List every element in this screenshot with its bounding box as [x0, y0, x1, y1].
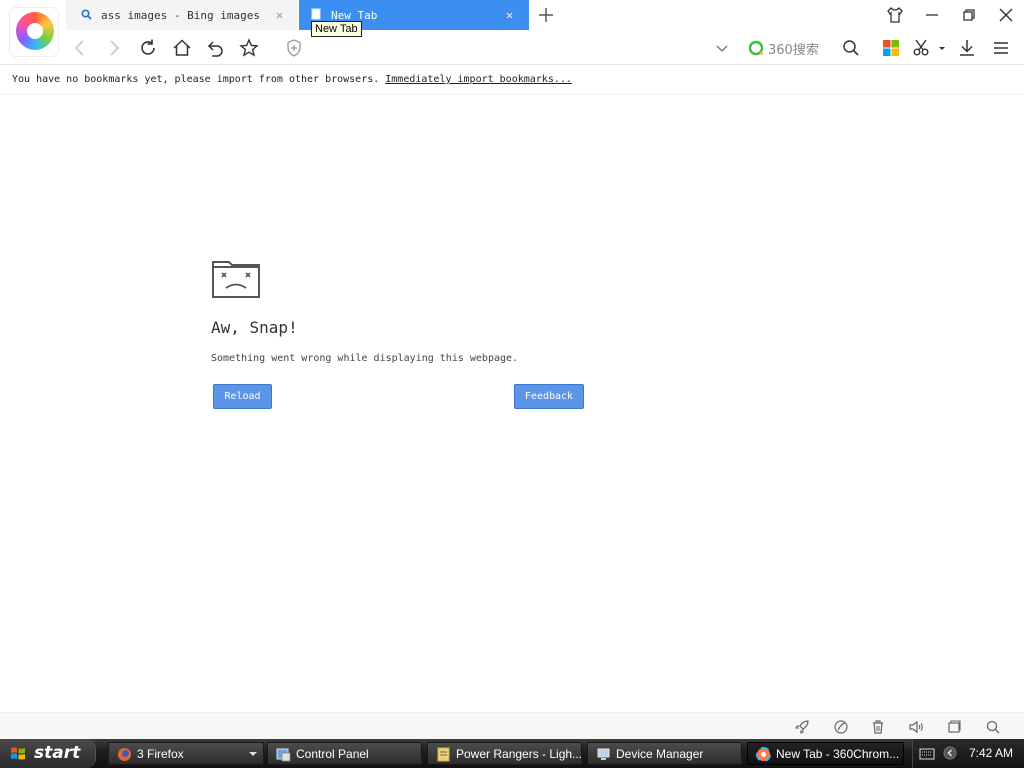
bookmarks-message-text: You have no bookmarks yet, please import… — [12, 74, 380, 85]
start-label: start — [34, 743, 81, 763]
bookmarks-empty-message: You have no bookmarks yet, please import… — [12, 74, 572, 85]
tab-tooltip: New Tab — [311, 21, 362, 37]
undo-close-tab-icon[interactable] — [205, 38, 225, 58]
shield-icon[interactable] — [284, 38, 304, 58]
download-icon[interactable] — [957, 38, 977, 58]
task-label: Power Rangers - Ligh... — [456, 747, 582, 761]
search-icon — [81, 9, 92, 20]
tab-title: ass images - Bing images — [101, 9, 260, 22]
error-page: Aw, Snap! Something went wrong while dis… — [0, 96, 1024, 712]
task-label: 3 Firefox — [137, 747, 184, 761]
page-icon — [311, 8, 321, 20]
browser-status-bar — [0, 712, 1024, 739]
bookmarks-bar: You have no bookmarks yet, please import… — [0, 66, 1024, 95]
error-title: Aw, Snap! — [211, 318, 298, 337]
minimize-icon[interactable] — [923, 6, 941, 24]
task-label: New Tab - 360Chrom... — [776, 747, 900, 761]
star-bookmark-icon[interactable] — [239, 38, 259, 58]
tab-bar: ass images - Bing images ✕ New Tab ✕ New… — [0, 0, 1024, 56]
apps-grid-icon[interactable] — [881, 38, 901, 58]
scissors-screenshot-icon[interactable] — [912, 38, 932, 58]
search-engine-label: 360搜索 — [768, 42, 819, 58]
chevron-down-icon[interactable] — [712, 38, 732, 58]
feedback-button[interactable]: Feedback — [514, 384, 584, 409]
sad-tab-icon — [212, 261, 260, 298]
home-icon[interactable] — [172, 38, 192, 58]
back-icon[interactable] — [70, 38, 90, 58]
taskbar-item-device-manager[interactable]: Device Manager — [587, 742, 742, 765]
restore-icon[interactable] — [960, 6, 978, 24]
task-label: Control Panel — [296, 747, 369, 761]
close-window-icon[interactable] — [997, 6, 1015, 24]
accelerate-icon[interactable] — [833, 719, 849, 735]
forward-icon[interactable] — [104, 38, 124, 58]
task-label: Device Manager — [616, 747, 704, 761]
system-tray: 7:42 AM — [912, 739, 1024, 768]
caret-down-icon[interactable] — [936, 38, 948, 58]
device-manager-icon — [597, 748, 610, 760]
taskbar-item-control-panel[interactable]: Control Panel — [267, 742, 422, 765]
tab-bing-images[interactable]: ass images - Bing images ✕ — [66, 0, 298, 30]
keyboard-icon[interactable] — [919, 748, 935, 760]
search-engine-selector[interactable]: 360搜索 — [748, 39, 819, 58]
taskbar-item-power-rangers[interactable]: Power Rangers - Ligh... — [427, 742, 582, 765]
taskbar-item-firefox[interactable]: 3 Firefox — [108, 742, 264, 765]
tray-expand-icon[interactable] — [943, 746, 957, 760]
search-icon[interactable] — [841, 38, 861, 58]
navigation-toolbar: 360搜索 — [0, 30, 1024, 65]
clock[interactable]: 7:42 AM — [969, 746, 1013, 760]
browser-logo[interactable] — [10, 8, 58, 56]
start-button[interactable]: start — [0, 739, 96, 768]
new-tab-plus-icon[interactable] — [537, 6, 555, 24]
error-message: Something went wrong while displaying th… — [211, 353, 519, 364]
360-search-icon — [748, 40, 764, 56]
360-browser-icon — [756, 747, 771, 762]
firefox-icon — [118, 748, 131, 761]
skin-shirt-icon[interactable] — [886, 6, 904, 24]
windows-flag-icon — [11, 747, 25, 760]
taskbar-item-360-browser[interactable]: New Tab - 360Chrom... — [747, 742, 904, 765]
refresh-icon[interactable] — [138, 38, 158, 58]
document-icon — [437, 747, 450, 762]
speaker-icon[interactable] — [908, 719, 924, 735]
close-icon[interactable]: ✕ — [276, 8, 283, 22]
chevron-down-icon — [249, 752, 257, 756]
trash-clean-icon[interactable] — [870, 719, 886, 735]
close-icon[interactable]: ✕ — [506, 8, 513, 22]
windows-taskbar: start 3 Firefox Control Panel Power Rang… — [0, 739, 1024, 768]
window-mode-icon[interactable] — [946, 719, 962, 735]
zoom-icon[interactable] — [985, 719, 1001, 735]
import-bookmarks-link[interactable]: Immediately import bookmarks... — [385, 74, 572, 85]
rocket-speedup-icon[interactable] — [794, 719, 810, 735]
reload-button[interactable]: Reload — [213, 384, 272, 409]
control-panel-icon — [276, 748, 291, 762]
menu-icon[interactable] — [991, 38, 1011, 58]
